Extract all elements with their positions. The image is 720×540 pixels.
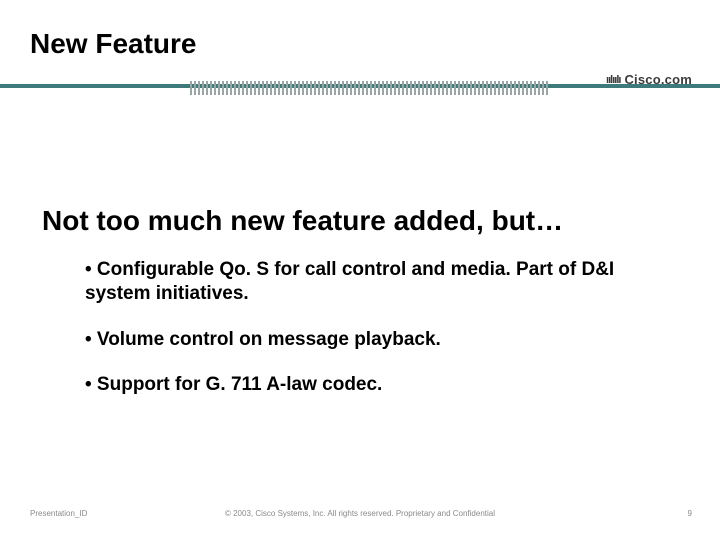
list-item: • Support for G. 711 A-law codec.: [85, 373, 660, 397]
slide-title: New Feature: [30, 28, 197, 60]
cisco-bars-icon: ıılıılı: [606, 74, 620, 86]
page-number: 9: [688, 509, 692, 518]
divider-ticks: [190, 78, 550, 98]
bullet-list: • Configurable Qo. S for call control an…: [85, 258, 660, 419]
headline-text: Not too much new feature added, but…: [42, 205, 563, 237]
list-item: • Volume control on message playback.: [85, 328, 660, 352]
logo-text: Cisco.com: [624, 72, 692, 87]
cisco-logo: ıılıılı Cisco.com: [606, 72, 692, 87]
copyright-text: © 2003, Cisco Systems, Inc. All rights r…: [0, 509, 720, 518]
list-item: • Configurable Qo. S for call control an…: [85, 258, 660, 306]
